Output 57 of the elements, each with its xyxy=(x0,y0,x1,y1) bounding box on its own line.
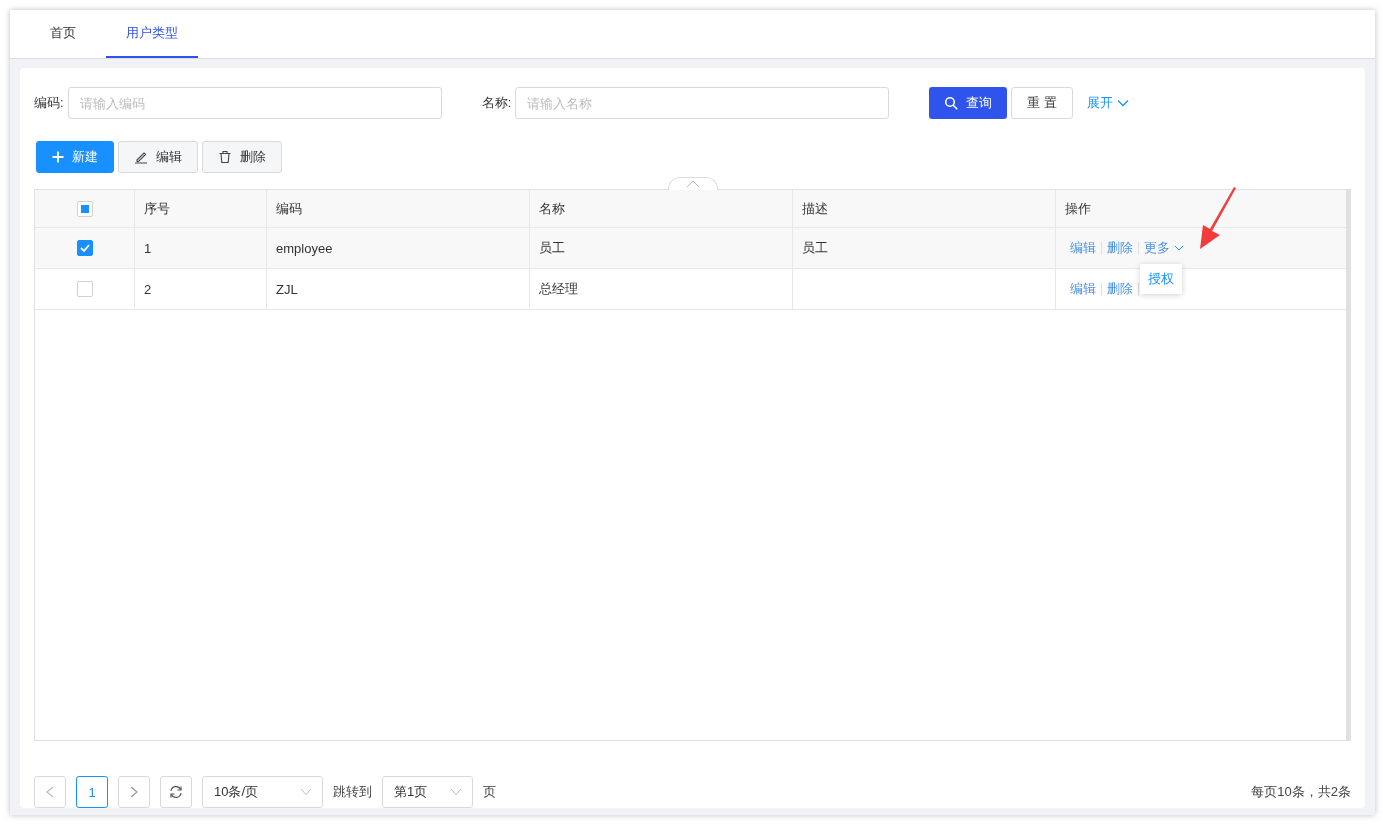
collapse-handle[interactable] xyxy=(668,177,718,190)
next-page-button[interactable] xyxy=(118,776,150,808)
chevron-up-icon xyxy=(686,180,700,188)
page-summary: 每页10条，共2条 xyxy=(1251,783,1351,801)
page-select[interactable]: 第1页 xyxy=(382,776,473,808)
field-label: 编码: xyxy=(34,94,64,112)
row-checkbox[interactable] xyxy=(76,281,93,297)
chevron-down-icon xyxy=(1116,99,1129,107)
table-cell: 1 xyxy=(144,240,152,256)
delete-button[interactable]: 删除 xyxy=(202,141,282,173)
tab[interactable]: 用户类型 xyxy=(106,10,198,58)
table-cell: 员工 xyxy=(802,239,828,257)
refresh-icon xyxy=(169,785,183,799)
table-cell: 2 xyxy=(144,281,152,297)
page-suffix: 页 xyxy=(483,783,496,801)
table-cell: 员工 xyxy=(539,239,565,257)
column-header: 描述 xyxy=(802,199,828,218)
annotation-arrow xyxy=(1198,187,1238,251)
column-header: 序号 xyxy=(144,199,170,218)
page-size-select[interactable]: 10条/页 xyxy=(202,776,323,808)
column-header: 操作 xyxy=(1065,199,1091,218)
row-checkbox[interactable] xyxy=(76,240,93,256)
check-icon xyxy=(79,244,90,252)
tab[interactable]: 首页 xyxy=(28,10,98,58)
search-button[interactable]: 查询 xyxy=(929,87,1008,119)
chevron-down-icon xyxy=(1174,245,1184,251)
table-cell: 总经理 xyxy=(539,280,578,298)
chevron-left-icon xyxy=(46,786,54,798)
table-cell: ZJL xyxy=(276,281,298,297)
reset-button[interactable]: 重 置 xyxy=(1011,87,1073,119)
search-field[interactable]: 请输入名称 xyxy=(515,87,890,119)
search-icon xyxy=(944,96,959,110)
plus-icon xyxy=(52,151,64,163)
column-header: 名称 xyxy=(539,199,565,218)
chevron-down-icon xyxy=(300,788,312,796)
search-field[interactable]: 请输入编码 xyxy=(67,87,442,119)
menu-item[interactable]: 授权 xyxy=(1140,268,1182,290)
select-all-checkbox[interactable] xyxy=(76,200,93,217)
more-link[interactable]: 更多 xyxy=(1144,239,1184,257)
page-button[interactable]: 1 xyxy=(76,776,108,808)
expand-link[interactable]: 展开 xyxy=(1080,93,1135,113)
previous-page-button[interactable] xyxy=(34,776,66,808)
jump-label: 跳转到 xyxy=(333,783,372,801)
field-label: 名称: xyxy=(481,94,512,112)
edit-link[interactable]: 编辑 xyxy=(1070,239,1096,257)
chevron-down-icon xyxy=(450,788,462,796)
edit-button[interactable]: 编辑 xyxy=(118,141,198,173)
delete-link[interactable]: 删除 xyxy=(1107,239,1133,257)
table-cell: employee xyxy=(276,240,333,256)
delete-link[interactable]: 删除 xyxy=(1107,280,1133,298)
new-button[interactable]: 新建 xyxy=(36,141,114,173)
refresh-button[interactable] xyxy=(160,776,192,808)
trash-icon xyxy=(218,150,232,164)
edit-link[interactable]: 编辑 xyxy=(1070,280,1096,298)
chevron-right-icon xyxy=(130,786,138,798)
column-header: 编码 xyxy=(276,199,302,218)
pencil-icon xyxy=(134,150,148,164)
